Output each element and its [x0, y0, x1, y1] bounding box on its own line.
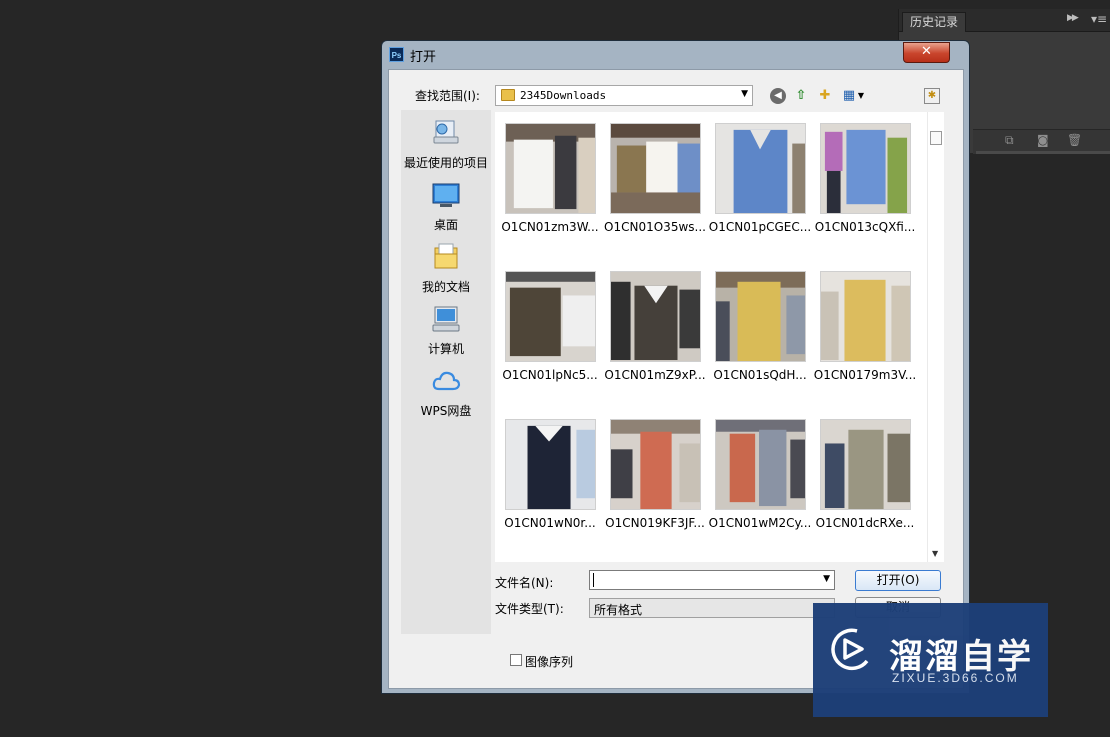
- photoshop-icon: Ps: [389, 47, 404, 62]
- file-name: O1CN01dcRXe...: [815, 516, 915, 530]
- recent-items-icon: [433, 120, 459, 144]
- chevron-down-icon[interactable]: ▼: [823, 574, 830, 584]
- places-bar: 最近使用的项目 桌面 我的文档 计算机 WPS网盘: [401, 110, 491, 634]
- image-thumbnail: [820, 271, 911, 362]
- file-name: O1CN0179m3V...: [813, 368, 917, 382]
- place-label: 我的文档: [421, 280, 470, 294]
- file-name: O1CN01wM2Cy...: [708, 516, 812, 530]
- new-folder-icon[interactable]: ✚: [817, 88, 833, 104]
- file-type-dropdown[interactable]: 所有格式: [589, 598, 835, 618]
- image-thumbnail: [610, 419, 701, 510]
- file-name-label: 文件名(N):: [495, 576, 554, 590]
- file-name: O1CN01zm3W...: [501, 220, 599, 234]
- new-document-from-state-icon[interactable]: ⧉: [1005, 133, 1014, 148]
- image-sequence-label: 图像序列: [525, 655, 574, 669]
- image-sequence-checkbox[interactable]: [510, 654, 522, 666]
- close-button[interactable]: ✕: [903, 42, 950, 63]
- place-label: 最近使用的项目: [403, 156, 488, 170]
- file-name: O1CN01sQdH...: [713, 368, 807, 382]
- file-type-label: 文件类型(T):: [495, 602, 564, 616]
- look-in-value: 2345Downloads: [520, 89, 607, 102]
- file-name-input[interactable]: [593, 572, 813, 588]
- watermark-subtitle: ZIXUE.3D66.COM: [892, 671, 1019, 685]
- image-thumbnail: [610, 123, 701, 214]
- file-name: O1CN019KF3JF...: [605, 516, 705, 530]
- scrollbar-thumb[interactable]: [930, 131, 942, 145]
- place-documents[interactable]: 我的文档: [401, 242, 491, 295]
- file-type-value: 所有格式: [594, 603, 643, 617]
- panel-menu-icon[interactable]: ▾≡: [1091, 12, 1107, 26]
- image-thumbnail: [715, 419, 806, 510]
- documents-icon: [434, 243, 458, 269]
- image-thumbnail: [715, 123, 806, 214]
- cloud-icon: [432, 371, 461, 391]
- collapse-panel-icon[interactable]: ▶▶: [1067, 13, 1079, 23]
- tab-history[interactable]: 历史记录: [902, 12, 967, 32]
- open-button[interactable]: 打开(O): [855, 570, 941, 591]
- dialog-titlebar[interactable]: Ps 打开 ✕: [382, 41, 969, 67]
- image-thumbnail: [715, 271, 806, 362]
- dialog-body: 查找范围(I): 2345Downloads ▼ ◀ ⇧ ✚ ▦ ▼ ✱ 最近使…: [388, 69, 964, 689]
- file-name: O1CN01pCGEC...: [708, 220, 812, 234]
- panel-divider: [976, 151, 1110, 154]
- place-computer[interactable]: 计算机: [401, 304, 491, 357]
- place-label: 计算机: [427, 342, 464, 356]
- look-in-label: 查找范围(I):: [415, 89, 480, 103]
- camera-icon[interactable]: ◙: [1037, 133, 1049, 147]
- play-logo-icon: [831, 628, 869, 671]
- trash-icon[interactable]: 🗑: [1067, 133, 1082, 147]
- up-folder-icon[interactable]: ⇧: [793, 88, 809, 104]
- file-list-scrollbar[interactable]: ▼: [927, 112, 944, 562]
- place-wps-cloud[interactable]: WPS网盘: [401, 366, 491, 419]
- image-thumbnail: [820, 419, 911, 510]
- place-label: 桌面: [433, 218, 458, 232]
- watermark: 溜溜自学 ZIXUE.3D66.COM: [813, 603, 1048, 717]
- file-name: O1CN01O35ws...: [604, 220, 706, 234]
- computer-icon: [432, 306, 460, 332]
- folder-icon: [501, 89, 515, 101]
- file-name: O1CN01lpNc5...: [502, 368, 598, 382]
- look-in-dropdown[interactable]: 2345Downloads ▼: [495, 85, 753, 106]
- image-thumbnail: [820, 123, 911, 214]
- back-icon[interactable]: ◀: [770, 88, 786, 104]
- image-thumbnail: [505, 123, 596, 214]
- image-thumbnail: [610, 271, 701, 362]
- file-name: O1CN01wN0r...: [504, 516, 596, 530]
- place-label: WPS网盘: [420, 404, 472, 418]
- image-thumbnail: [505, 271, 596, 362]
- scroll-down-arrow-icon[interactable]: ▼: [932, 549, 938, 558]
- desktop-icon: [432, 183, 460, 207]
- open-dialog: Ps 打开 ✕ 查找范围(I): 2345Downloads ▼ ◀ ⇧ ✚ ▦…: [381, 40, 970, 694]
- place-desktop[interactable]: 桌面: [401, 180, 491, 233]
- dialog-title: 打开: [410, 50, 437, 65]
- file-list: O1CN01zm3W... O1CN01O35ws... O1CN01pCGEC…: [495, 112, 943, 562]
- file-name: O1CN01mZ9xP...: [604, 368, 706, 382]
- file-name: O1CN013cQXfi...: [814, 220, 916, 234]
- chevron-down-icon[interactable]: ▼: [741, 89, 748, 99]
- view-menu-icon[interactable]: ▦: [841, 88, 857, 104]
- file-name-combo[interactable]: ▼: [589, 570, 835, 590]
- favorite-folder-icon[interactable]: ✱: [924, 88, 940, 104]
- view-menu-chevron-icon[interactable]: ▼: [857, 88, 865, 104]
- text-caret: [593, 573, 594, 587]
- image-thumbnail: [505, 419, 596, 510]
- place-recent[interactable]: 最近使用的项目: [401, 118, 491, 171]
- history-panel-tabbar: 历史记录 ▶▶ ▾≡: [899, 9, 1110, 32]
